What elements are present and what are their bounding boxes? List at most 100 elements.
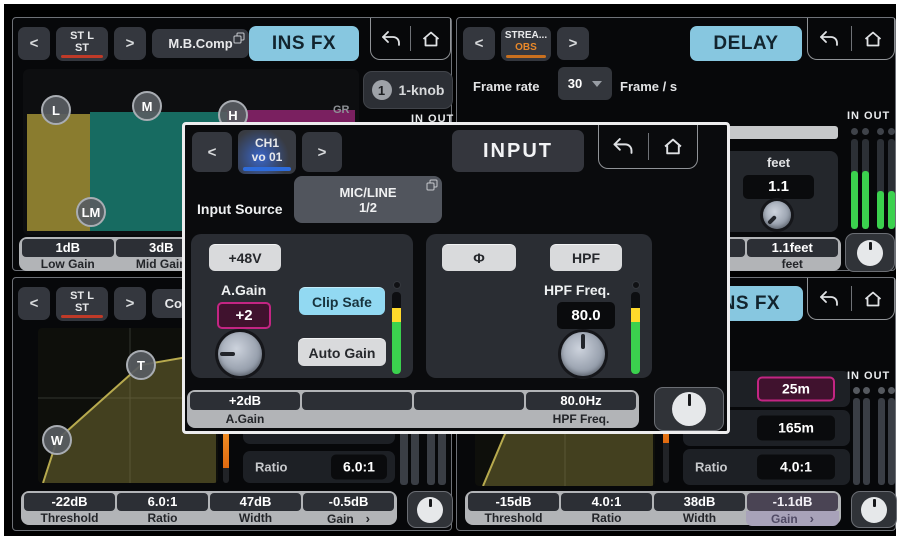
frame-unit-label: Frame / s bbox=[620, 79, 677, 94]
clip-led bbox=[862, 128, 869, 135]
touch-and-turn-knob-button[interactable] bbox=[845, 233, 895, 272]
back-button[interactable] bbox=[808, 18, 851, 59]
hpf-freq-knob[interactable] bbox=[561, 332, 605, 376]
clip-safe-button[interactable]: Clip Safe bbox=[299, 287, 385, 315]
param-cell-hpf-freq[interactable]: 80.0HzHPF Freq. bbox=[525, 390, 637, 428]
popup-title: INPUT bbox=[452, 130, 584, 172]
back-icon bbox=[819, 291, 839, 307]
low-mid-xover-handle[interactable]: LM bbox=[76, 197, 106, 227]
hpf-freq-value-box[interactable]: 80.0 bbox=[557, 302, 615, 329]
channel-id: CH1 bbox=[255, 136, 279, 150]
next-channel-button[interactable]: > bbox=[114, 287, 146, 320]
param-cell-gain[interactable]: -0.5dB Gain› bbox=[302, 491, 395, 525]
chevron-down-icon bbox=[592, 81, 602, 87]
param-cell[interactable] bbox=[301, 390, 413, 428]
auto-gain-button[interactable]: Auto Gain bbox=[298, 338, 386, 366]
page-title: DELAY bbox=[690, 26, 802, 61]
distance-value-box[interactable]: 165m bbox=[757, 416, 835, 441]
param-cell-ratio[interactable]: 6.0:1Ratio bbox=[116, 491, 209, 525]
input-popup: < CH1 vo 01 > INPUT Input Source MIC/LIN… bbox=[182, 122, 730, 434]
home-button[interactable] bbox=[649, 125, 698, 168]
prev-channel-button[interactable]: < bbox=[18, 27, 50, 60]
again-value-box[interactable]: +2 bbox=[217, 302, 271, 329]
prev-channel-button[interactable]: < bbox=[18, 287, 50, 320]
phase-hpf-group: Φ HPF HPF Freq. 80.0 bbox=[426, 234, 652, 378]
hpf-button[interactable]: HPF bbox=[550, 244, 622, 271]
frame-rate-value: 30 bbox=[568, 76, 582, 91]
home-button[interactable] bbox=[852, 278, 895, 319]
mid-gain-handle[interactable]: M bbox=[132, 91, 162, 121]
more-params-chevron[interactable]: › bbox=[366, 511, 370, 526]
threshold-handle[interactable]: T bbox=[126, 350, 156, 380]
delay-value-box[interactable]: 25m bbox=[757, 377, 835, 402]
prev-channel-button[interactable]: < bbox=[463, 27, 495, 60]
prev-channel-button[interactable]: < bbox=[192, 132, 232, 172]
param-cell-threshold[interactable]: -15dBThreshold bbox=[467, 491, 560, 525]
param-bar: -22dBThreshold 6.0:1Ratio 47dBWidth -0.5… bbox=[21, 491, 397, 525]
clip-led bbox=[863, 387, 870, 394]
nav-group bbox=[807, 278, 895, 320]
ratio-value-box[interactable]: 6.0:1 bbox=[331, 455, 387, 480]
param-row-ratio[interactable]: Ratio 4.0:1 bbox=[683, 449, 850, 485]
input-source-button[interactable]: MIC/LINE 1/2 bbox=[294, 176, 442, 223]
back-icon bbox=[381, 31, 401, 47]
home-icon bbox=[863, 30, 883, 48]
low-gain-handle[interactable]: L bbox=[41, 95, 71, 125]
nav-group bbox=[370, 18, 451, 60]
out-meter bbox=[888, 398, 895, 485]
channel-color-bar bbox=[506, 55, 546, 58]
param-cell-threshold[interactable]: -22dBThreshold bbox=[23, 491, 116, 525]
next-channel-button[interactable]: > bbox=[557, 27, 589, 60]
touch-and-turn-knob-button[interactable] bbox=[654, 387, 724, 431]
home-button[interactable] bbox=[852, 18, 895, 59]
out-meter bbox=[888, 139, 895, 229]
knob-icon bbox=[672, 392, 706, 426]
back-icon bbox=[612, 138, 634, 155]
in-out-label: IN OUT bbox=[847, 370, 890, 382]
one-knob-badge: 1 bbox=[372, 80, 392, 100]
input-level-meter bbox=[392, 292, 401, 374]
param-cell-width[interactable]: 47dBWidth bbox=[209, 491, 302, 525]
delay-value-box[interactable]: 1.1 bbox=[743, 175, 814, 199]
param-cell-width[interactable]: 38dBWidth bbox=[653, 491, 746, 525]
nav-group bbox=[598, 125, 698, 169]
frame-rate-dropdown[interactable]: 30 bbox=[558, 67, 612, 100]
home-button[interactable] bbox=[411, 18, 450, 59]
channel-select-button[interactable]: CH1 vo 01 bbox=[238, 130, 296, 174]
channel-color-bar bbox=[61, 315, 103, 318]
param-cell-ratio[interactable]: 4.0:1Ratio bbox=[560, 491, 653, 525]
channel-select-button[interactable]: ST L ST bbox=[56, 287, 108, 321]
back-button[interactable] bbox=[371, 18, 410, 59]
one-knob-button[interactable]: 1 1-knob bbox=[363, 71, 453, 109]
touch-and-turn-knob-button[interactable] bbox=[407, 491, 453, 528]
delay-time-block: feet 1.1 bbox=[719, 151, 838, 232]
preset-button[interactable]: M.B.Comp bbox=[152, 29, 249, 58]
clip-led bbox=[632, 281, 640, 289]
channel-name-line1: STREA... bbox=[505, 30, 547, 42]
again-knob[interactable] bbox=[218, 332, 262, 376]
back-button[interactable] bbox=[599, 125, 648, 168]
channel-select-button[interactable]: ST L ST bbox=[56, 27, 108, 61]
clip-led bbox=[888, 387, 895, 394]
channel-select-button[interactable]: STREA... OBS bbox=[501, 27, 551, 61]
more-params-chevron[interactable]: › bbox=[810, 511, 814, 526]
delay-knob[interactable] bbox=[763, 201, 791, 229]
phase-button[interactable]: Φ bbox=[442, 244, 516, 271]
clip-led bbox=[888, 128, 895, 135]
touch-and-turn-knob-button[interactable] bbox=[851, 491, 897, 528]
param-cell-gain-selected[interactable]: -1.1dB Gain› bbox=[746, 491, 839, 525]
ratio-label: Ratio bbox=[255, 460, 288, 475]
param-cell[interactable] bbox=[413, 390, 525, 428]
param-cell-low-gain[interactable]: 1dBLow Gain bbox=[21, 237, 115, 271]
ratio-value-box[interactable]: 4.0:1 bbox=[757, 455, 835, 480]
param-cell-again[interactable]: +2dBA.Gain bbox=[189, 390, 301, 428]
clip-led bbox=[393, 281, 401, 289]
next-channel-button[interactable]: > bbox=[302, 132, 342, 172]
width-handle[interactable]: W bbox=[42, 425, 72, 455]
param-cell-feet[interactable]: 1.1feetfeet bbox=[746, 237, 840, 271]
param-row-ratio[interactable]: Ratio 6.0:1 bbox=[243, 451, 395, 483]
clip-led bbox=[877, 128, 884, 135]
next-channel-button[interactable]: > bbox=[114, 27, 146, 60]
phantom-48v-button[interactable]: +48V bbox=[209, 244, 281, 271]
back-button[interactable] bbox=[808, 278, 851, 319]
